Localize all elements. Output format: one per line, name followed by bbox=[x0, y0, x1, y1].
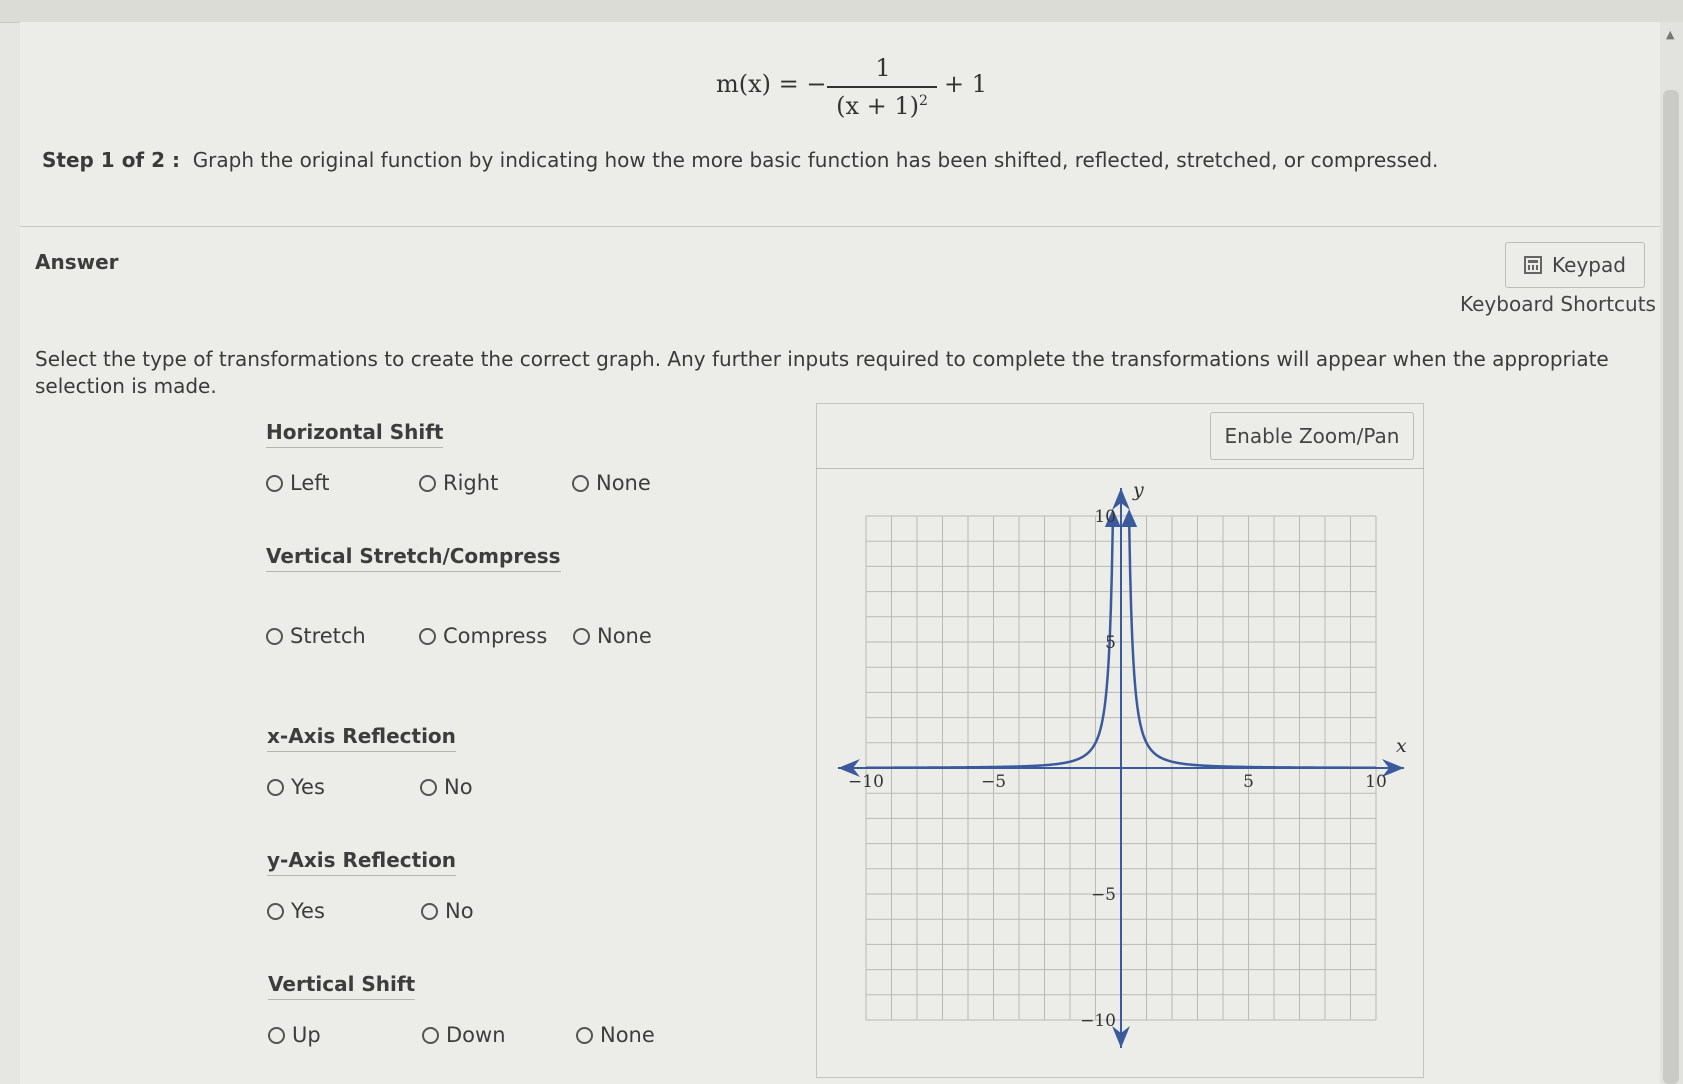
formula-rhs: + 1 bbox=[944, 70, 988, 98]
formula-denominator: (x + 1)2 bbox=[827, 92, 937, 120]
radio-circle-icon[interactable] bbox=[419, 627, 436, 645]
radio-vertical-stretch[interactable]: Stretch bbox=[266, 624, 366, 648]
denominator-exponent: 2 bbox=[918, 93, 928, 109]
radio-circle-icon[interactable] bbox=[572, 474, 589, 492]
fraction-bar bbox=[827, 86, 937, 88]
y-tick-label: −10 bbox=[1080, 1011, 1116, 1031]
curve-left-branch bbox=[866, 521, 1115, 769]
scroll-up-arrow-icon[interactable]: ▲ bbox=[1666, 28, 1674, 41]
x-axis-label: x bbox=[1396, 735, 1407, 757]
radio-circle-icon[interactable] bbox=[419, 474, 436, 492]
radio-label: None bbox=[597, 624, 652, 648]
step-instruction: Step 1 of 2 : Graph the original functio… bbox=[42, 148, 1438, 172]
radio-x-reflection-no[interactable]: No bbox=[420, 775, 473, 799]
vertical-stretch-title: Vertical Stretch/Compress bbox=[266, 544, 561, 572]
radio-label: Compress bbox=[443, 624, 548, 648]
y-axis-label: y bbox=[1132, 479, 1144, 501]
radio-circle-icon[interactable] bbox=[573, 627, 590, 645]
radio-circle-icon[interactable] bbox=[421, 902, 438, 920]
radio-circle-icon[interactable] bbox=[266, 627, 283, 645]
x-axis-reflection-title: x-Axis Reflection bbox=[267, 724, 456, 752]
x-tick-label: −10 bbox=[848, 772, 884, 792]
keyboard-shortcuts-link[interactable]: Keyboard Shortcuts bbox=[1460, 292, 1656, 316]
step-label: Step 1 of 2 : bbox=[42, 148, 180, 172]
x-tick-label: −5 bbox=[981, 772, 1006, 792]
section-divider bbox=[20, 226, 1660, 227]
formula-numerator: 1 bbox=[875, 54, 891, 82]
radio-vertical-down[interactable]: Down bbox=[422, 1023, 506, 1047]
radio-y-reflection-no[interactable]: No bbox=[421, 899, 474, 923]
y-tick-label: 5 bbox=[1105, 633, 1116, 653]
radio-label: Up bbox=[292, 1023, 321, 1047]
radio-horizontal-left[interactable]: Left bbox=[266, 471, 330, 495]
radio-x-reflection-yes[interactable]: Yes bbox=[267, 775, 325, 799]
radio-vertical-compress[interactable]: Compress bbox=[419, 624, 547, 648]
radio-label: Down bbox=[446, 1023, 506, 1047]
answer-heading: Answer bbox=[35, 250, 119, 274]
curve-right-branch bbox=[1127, 521, 1376, 769]
keypad-button[interactable]: Keypad bbox=[1505, 242, 1645, 288]
radio-circle-icon[interactable] bbox=[267, 778, 284, 796]
radio-circle-icon[interactable] bbox=[268, 1026, 285, 1044]
graph-labels: −10 −5 5 10 10 5 −5 −10 x y bbox=[848, 479, 1407, 1031]
curve-right-arrow-icon bbox=[1121, 509, 1138, 528]
radio-label: None bbox=[600, 1023, 655, 1047]
step-text: Graph the original function by indicatin… bbox=[192, 148, 1439, 172]
denominator-base: (x + 1) bbox=[836, 92, 919, 120]
radio-horizontal-right[interactable]: Right bbox=[419, 471, 498, 495]
radio-label: Yes bbox=[291, 775, 325, 799]
vertical-shift-title: Vertical Shift bbox=[268, 972, 416, 1000]
x-tick-label: 5 bbox=[1243, 772, 1254, 792]
radio-label: None bbox=[596, 471, 651, 495]
radio-circle-icon[interactable] bbox=[267, 902, 284, 920]
scroll-thumb[interactable] bbox=[1663, 90, 1679, 1084]
radio-y-reflection-yes[interactable]: Yes bbox=[267, 899, 325, 923]
enable-zoom-pan-button[interactable]: Enable Zoom/Pan bbox=[1210, 412, 1414, 460]
radio-vertical-none[interactable]: None bbox=[576, 1023, 655, 1047]
radio-vertical-stretch-none[interactable]: None bbox=[573, 624, 652, 648]
horizontal-shift-title: Horizontal Shift bbox=[266, 420, 444, 448]
x-tick-label: 10 bbox=[1365, 772, 1387, 792]
radio-horizontal-none[interactable]: None bbox=[572, 471, 651, 495]
radio-circle-icon[interactable] bbox=[266, 474, 283, 492]
formula-lhs: m(x) = − bbox=[716, 70, 827, 98]
radio-label: Yes bbox=[291, 899, 325, 923]
transformation-instructions: Select the type of transformations to cr… bbox=[35, 347, 1609, 398]
radio-label: Stretch bbox=[290, 624, 366, 648]
radio-circle-icon[interactable] bbox=[576, 1026, 593, 1044]
calculator-icon bbox=[1524, 256, 1543, 274]
y-axis-reflection-title: y-Axis Reflection bbox=[267, 848, 457, 876]
keypad-label: Keypad bbox=[1552, 253, 1626, 277]
radio-label: Right bbox=[443, 471, 499, 495]
radio-label: Left bbox=[290, 471, 330, 495]
top-browser-strip bbox=[0, 0, 1683, 23]
radio-circle-icon[interactable] bbox=[422, 1026, 439, 1044]
radio-label: No bbox=[445, 899, 474, 923]
radio-circle-icon[interactable] bbox=[420, 778, 437, 796]
y-tick-label: 10 bbox=[1094, 507, 1116, 527]
radio-vertical-up[interactable]: Up bbox=[268, 1023, 321, 1047]
radio-label: No bbox=[444, 775, 473, 799]
function-graph[interactable]: −10 −5 5 10 10 5 −5 −10 x y bbox=[816, 470, 1424, 1070]
y-tick-label: −5 bbox=[1091, 885, 1116, 905]
